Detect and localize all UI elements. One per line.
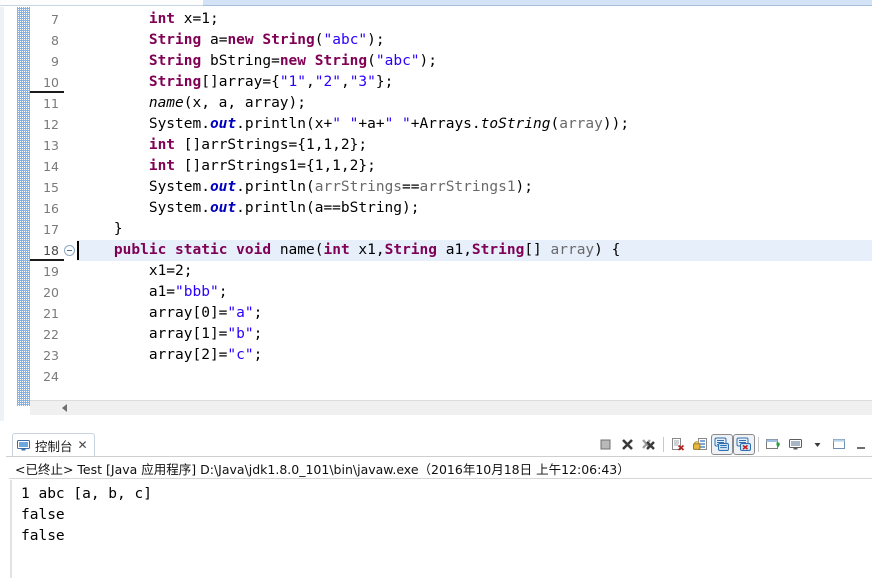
minimize-view-button[interactable]	[850, 434, 872, 455]
console-monitor-icon	[17, 439, 30, 452]
line-number: 23	[43, 348, 59, 363]
line-number: 15	[43, 180, 59, 195]
open-console-dropdown[interactable]	[806, 434, 828, 455]
scroll-left-icon[interactable]	[62, 404, 67, 412]
change-ruler	[17, 7, 30, 406]
view-menu-button[interactable]	[828, 434, 850, 455]
code-line[interactable]: }	[77, 219, 872, 240]
code-line[interactable]: int x=1;	[77, 9, 872, 30]
line-number-ruler: 7 8 9 10 11 12 13 14 15 16 17 18 19 20 21 22 23 24	[30, 7, 63, 406]
line-number: 7	[51, 12, 59, 27]
console-output-line: false	[21, 507, 65, 523]
code-line[interactable]: a1="bbb";	[77, 282, 872, 303]
code-line[interactable]: int []arrStrings1={1,1,2};	[77, 156, 872, 177]
scroll-lock-button[interactable]	[689, 434, 711, 455]
code-line[interactable]: array[0]="a";	[77, 303, 872, 324]
clear-console-button[interactable]	[667, 434, 689, 455]
display-selected-console-button[interactable]	[784, 434, 806, 455]
line-number: 18	[43, 243, 59, 258]
line-marker-rule	[30, 91, 64, 93]
code-line[interactable]: String bString=new String("abc");	[77, 51, 872, 72]
code-line[interactable]: System.out.println(x+" "+a+" "+Arrays.to…	[77, 114, 872, 135]
line-number: 14	[43, 159, 59, 174]
separator-1	[663, 437, 664, 452]
fold-collapse-icon[interactable]	[64, 245, 75, 256]
line-number: 24	[43, 369, 59, 384]
console-status-line: <已终止> Test [Java 应用程序] D:\Java\jdk1.8.0_…	[9, 458, 872, 479]
console-output-line: 1 abc [a, b, c]	[21, 486, 152, 502]
editor-tab-strip-band	[203, 0, 872, 6]
line-number: 22	[43, 327, 59, 342]
line-number: 8	[51, 33, 59, 48]
code-editor[interactable]: 7 8 9 10 11 12 13 14 15 16 17 18 19 20 21 22 23 24 int x=…	[0, 7, 872, 421]
code-line[interactable]: int []arrStrings={1,1,2};	[77, 135, 872, 156]
editor-horizontal-scrollbar[interactable]	[30, 400, 872, 415]
line-number: 10	[43, 75, 59, 90]
code-line[interactable]: System.out.println(a==bString);	[77, 198, 872, 219]
remove-all-terminated-button[interactable]	[638, 434, 660, 455]
console-toolbar	[594, 433, 872, 456]
code-line[interactable]: x1=2;	[77, 261, 872, 282]
eclipse-window: 7 8 9 10 11 12 13 14 15 16 17 18 19 20 21 22 23 24 int x=…	[0, 0, 872, 578]
console-output[interactable]: 1 abc [a, b, c] false false	[10, 480, 872, 578]
text-caret	[77, 241, 79, 260]
code-line[interactable]: public static void name(int x1,String a1…	[77, 240, 872, 261]
line-number: 17	[43, 222, 59, 237]
editor-tab-strip	[0, 0, 872, 7]
line-number: 13	[43, 138, 59, 153]
line-number: 20	[43, 285, 59, 300]
code-line[interactable]: String a=new String("abc");	[77, 30, 872, 51]
separator-2	[758, 437, 759, 452]
line-number: 19	[43, 264, 59, 279]
console-view: 控制台 ✕ <已终止> Test [Java 应用程序] D:\Java\jdk…	[6, 432, 872, 578]
code-line[interactable]: array[1]="b";	[77, 324, 872, 345]
line-number: 21	[43, 306, 59, 321]
code-line[interactable]: name(x, a, array);	[77, 93, 872, 114]
pin-console-button[interactable]	[762, 434, 784, 455]
code-line[interactable]	[77, 366, 872, 387]
editor-tab-strip-left	[0, 0, 203, 6]
line-number: 9	[51, 54, 59, 69]
folding-ruler[interactable]	[63, 7, 77, 406]
editor-console-sash[interactable]	[0, 421, 872, 432]
line-number: 11	[43, 96, 59, 111]
show-console-on-error-button[interactable]	[733, 434, 755, 455]
remove-launch-button[interactable]	[616, 434, 638, 455]
tab-console-label: 控制台	[35, 438, 73, 454]
annotation-ruler[interactable]	[4, 7, 17, 421]
code-line[interactable]: System.out.println(arrStrings==arrString…	[77, 177, 872, 198]
close-icon[interactable]: ✕	[78, 439, 88, 451]
tab-console[interactable]: 控制台 ✕	[12, 433, 95, 456]
show-console-on-output-button[interactable]	[711, 434, 733, 455]
terminate-button[interactable]	[594, 434, 616, 455]
console-tab-bar: 控制台 ✕	[6, 432, 872, 457]
line-number: 16	[43, 201, 59, 216]
caret-line-rule	[30, 259, 64, 261]
console-output-line: false	[21, 528, 65, 544]
code-line[interactable]: String[]array={"1","2","3"};	[77, 72, 872, 93]
line-number: 12	[43, 117, 59, 132]
code-surface[interactable]: int x=1; String a=new String("abc"); Str…	[77, 7, 872, 406]
code-line[interactable]: array[2]="c";	[77, 345, 872, 366]
